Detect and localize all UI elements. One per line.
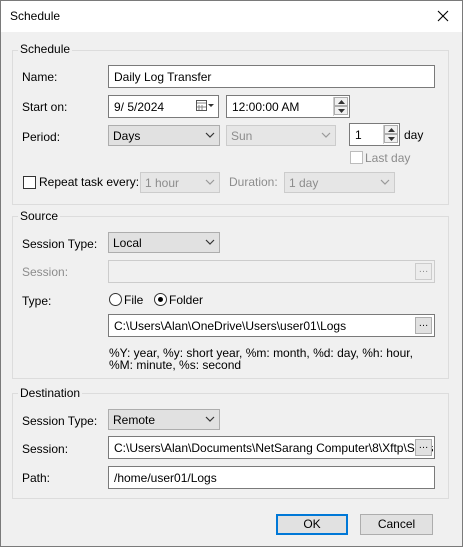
source-legend: Source (18, 209, 61, 223)
period-label: Period: (22, 130, 61, 144)
dest-session-type-value: Remote (113, 413, 156, 427)
spin-up-icon[interactable] (384, 125, 398, 134)
source-path-value: C:\Users\Alan\OneDrive\Users\user01\Logs (114, 319, 347, 333)
period-combo[interactable]: Days (108, 125, 220, 146)
chevron-down-icon (205, 179, 215, 185)
day-unit-label: day (404, 128, 424, 142)
source-session-type-combo[interactable]: Local (108, 232, 220, 253)
chevron-down-icon (380, 179, 390, 185)
ellipsis-icon[interactable]: … (415, 439, 432, 456)
period-count-field[interactable]: 1 (349, 123, 400, 146)
chevron-down-icon (205, 239, 215, 245)
ok-button[interactable]: OK (276, 514, 348, 535)
chevron-down-icon (205, 132, 215, 138)
last-day-checkbox[interactable] (350, 151, 363, 164)
file-radio[interactable] (109, 293, 122, 306)
spin-up-icon[interactable] (334, 97, 348, 106)
dest-session-type-label: Session Type: (22, 414, 98, 428)
folder-radio-label: Folder (169, 293, 204, 307)
file-radio-label: File (124, 293, 144, 307)
start-date-value: 9/ 5/2024 (114, 100, 165, 114)
name-label: Name: (22, 70, 58, 84)
type-label: Type: (22, 294, 52, 308)
repeat-task-checkbox[interactable] (23, 176, 36, 189)
calendar-icon[interactable] (196, 100, 214, 115)
weekday-value: Sun (231, 129, 253, 143)
spin-down-icon[interactable] (334, 106, 348, 115)
destination-legend: Destination (18, 386, 83, 400)
start-time-field[interactable]: 12:00:00 AM (226, 95, 350, 118)
repeat-task-label: Repeat task every: (39, 175, 140, 189)
schedule-legend: Schedule (18, 42, 73, 56)
start-date-picker[interactable]: 9/ 5/2024 (108, 95, 219, 118)
format-hint-line2: %M: minute, %s: second (109, 358, 242, 372)
spin-down-icon[interactable] (384, 134, 398, 143)
duration-value: 1 day (289, 176, 319, 190)
period-count-value: 1 (355, 128, 362, 142)
schedule-dialog: Schedule Schedule Name: Daily Log Transf… (0, 0, 463, 547)
dest-session-value: C:\Users\Alan\Documents\NetSarang Comput… (114, 441, 435, 455)
duration-combo[interactable]: 1 day (284, 172, 395, 193)
name-input[interactable]: Daily Log Transfer (108, 65, 435, 88)
source-session-label: Session: (22, 265, 69, 279)
period-count-spinner[interactable] (383, 125, 398, 144)
dialog-title: Schedule (10, 9, 61, 23)
dest-path-label: Path: (22, 471, 51, 485)
chevron-down-icon (205, 416, 215, 422)
time-spinner[interactable] (333, 97, 348, 116)
repeat-interval-combo[interactable]: 1 hour (140, 172, 220, 193)
source-session-field[interactable]: … (108, 260, 435, 283)
dest-session-field[interactable]: C:\Users\Alan\Documents\NetSarang Comput… (108, 436, 435, 459)
last-day-label: Last day (365, 151, 411, 165)
chevron-down-icon (321, 132, 331, 138)
source-session-type-value: Local (113, 236, 142, 250)
close-icon[interactable] (432, 5, 454, 27)
duration-label: Duration: (229, 175, 278, 189)
ellipsis-icon[interactable]: … (415, 317, 432, 334)
repeat-interval-value: 1 hour (145, 176, 180, 190)
start-time-value: 12:00:00 AM (232, 100, 300, 114)
source-path-field[interactable]: C:\Users\Alan\OneDrive\Users\user01\Logs… (108, 314, 435, 337)
dest-session-type-combo[interactable]: Remote (108, 409, 220, 430)
cancel-button[interactable]: Cancel (360, 514, 433, 535)
source-session-type-label: Session Type: (22, 237, 98, 251)
start-on-label: Start on: (22, 100, 68, 114)
title-bar: Schedule (1, 1, 462, 32)
ellipsis-icon[interactable]: … (415, 263, 432, 280)
dest-path-input[interactable]: /home/user01/Logs (108, 466, 435, 489)
weekday-combo[interactable]: Sun (226, 125, 336, 146)
folder-radio[interactable] (154, 293, 167, 306)
period-value: Days (113, 129, 141, 143)
dest-session-label: Session: (22, 442, 69, 456)
